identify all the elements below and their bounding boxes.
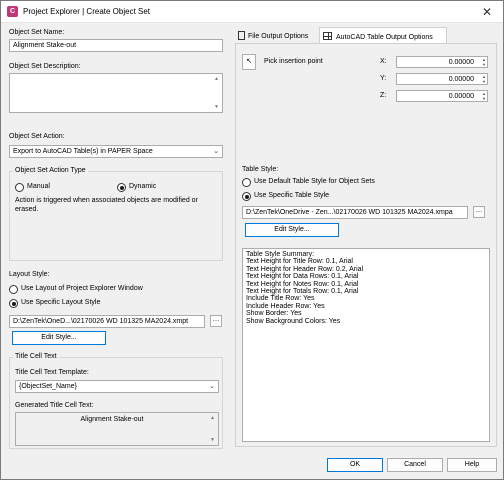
title-cell-template-dropdown[interactable]: {ObjectSet_Name} ⌄: [15, 380, 219, 393]
edit-layout-style-button[interactable]: Edit Style...: [12, 331, 106, 345]
spinner-arrows-icon[interactable]: ▲ ▼: [482, 57, 486, 67]
spinner-arrows-icon[interactable]: ▲ ▼: [482, 91, 486, 101]
z-label: Z:: [380, 92, 387, 99]
action-type-group-title: Object Set Action Type: [13, 167, 88, 174]
tab-label: AutoCAD Table Output Options: [336, 34, 433, 41]
object-set-action-dropdown[interactable]: Export to AutoCAD Table(s) in PAPER Spac…: [9, 145, 223, 158]
object-set-name-label: Object Set Name:: [9, 29, 65, 36]
table-icon: [323, 32, 332, 40]
object-set-description-label: Object Set Description:: [9, 63, 81, 70]
summary-line: Include Header Row: Yes: [246, 302, 325, 310]
table-style-default-label[interactable]: Use Default Table Style for Object Sets: [254, 178, 375, 185]
object-set-name-input[interactable]: Alignment Stake-out: [9, 39, 223, 52]
summary-line: Text Height for Data Rows: 0.1, Arial: [246, 273, 359, 281]
table-style-label: Table Style:: [242, 166, 279, 173]
table-style-specific-radio[interactable]: [242, 192, 251, 201]
layout-style-label: Layout Style:: [9, 271, 50, 278]
summary-line: Text Height for Totals Row: 0.1, Arial: [246, 288, 359, 296]
autocad-table-options-panel: ↖ Pick insertion point X: 0.00000 ▲ ▼ Y: …: [235, 43, 497, 447]
layout-specific-radio[interactable]: [9, 299, 18, 308]
object-set-action-label: Object Set Action:: [9, 133, 65, 140]
generated-title-box: Alignment Stake-out ▲ ▼: [15, 412, 219, 446]
ok-button[interactable]: OK: [327, 458, 383, 472]
x-coordinate-input[interactable]: 0.00000 ▲ ▼: [396, 56, 488, 68]
object-set-description-input[interactable]: ▲ ▼: [9, 73, 223, 113]
manual-radio[interactable]: [15, 183, 24, 192]
x-label: X:: [380, 58, 387, 65]
table-style-default-radio[interactable]: [242, 178, 251, 187]
chevron-down-icon: ⌄: [213, 148, 219, 155]
summary-line: Include Title Row: Yes: [246, 295, 315, 303]
dynamic-radio[interactable]: [117, 183, 126, 192]
title-cell-group-title: Title Cell Text: [13, 353, 59, 360]
summary-line: Show Background Colors: Yes: [246, 317, 341, 325]
action-type-note: Action is triggered when associated obje…: [15, 197, 198, 213]
table-style-summary: Table Style Summary: Text Height for Tit…: [242, 248, 490, 442]
dynamic-radio-label[interactable]: Dynamic: [129, 183, 156, 190]
table-style-specific-label[interactable]: Use Specific Table Style: [254, 192, 329, 199]
tab-file-output-options[interactable]: File Output Options: [235, 27, 317, 43]
window-title: Project Explorer | Create Object Set: [23, 7, 151, 16]
summary-line: Text Height for Title Row: 0.1, Arial: [246, 258, 353, 266]
dialog-window: C Project Explorer | Create Object Set ✕…: [0, 0, 504, 480]
edit-table-style-button[interactable]: Edit Style...: [245, 223, 339, 237]
summary-line: Show Border: Yes: [246, 310, 302, 318]
pick-point-button[interactable]: ↖: [242, 54, 256, 70]
z-coordinate-input[interactable]: 0.00000 ▲ ▼: [396, 90, 488, 102]
cancel-button[interactable]: Cancel: [387, 458, 443, 472]
tab-autocad-table-output-options[interactable]: AutoCAD Table Output Options: [319, 27, 447, 43]
help-button[interactable]: Help: [447, 458, 497, 472]
z-coordinate-value: 0.00000: [448, 93, 474, 100]
y-coordinate-value: 0.00000: [448, 76, 474, 83]
title-cell-template-label: Title Cell Text Template:: [15, 369, 89, 376]
document-icon: [238, 31, 245, 40]
generated-title-label: Generated Title Cell Text:: [15, 402, 94, 409]
table-style-path-field[interactable]: D:\ZenTek\OneDrive - Zen...\02170026 WD …: [242, 206, 468, 219]
scroll-up-icon[interactable]: ▲: [214, 76, 219, 82]
browse-layout-button[interactable]: …: [210, 315, 222, 327]
spinner-arrows-icon[interactable]: ▲ ▼: [482, 74, 486, 84]
scroll-down-icon[interactable]: ▼: [210, 437, 215, 443]
x-coordinate-value: 0.00000: [448, 59, 474, 66]
scroll-up-icon[interactable]: ▲: [210, 415, 215, 421]
y-label: Y:: [380, 75, 387, 82]
chevron-down-icon: ⌄: [209, 383, 215, 390]
object-set-action-value: Export to AutoCAD Table(s) in PAPER Spac…: [13, 148, 153, 155]
summary-line: Text Height for Notes Row: 0.1, Arial: [246, 280, 359, 288]
title-cell-template-value: {ObjectSet_Name}: [19, 383, 77, 390]
y-coordinate-input[interactable]: 0.00000 ▲ ▼: [396, 73, 488, 85]
generated-title-scrollbar[interactable]: ▲ ▼: [208, 413, 218, 445]
layout-style-path-field[interactable]: D:\ZenTek\OneD...\02170026 WD 101325 MA2…: [9, 315, 205, 328]
description-scrollbar[interactable]: ▲ ▼: [212, 74, 222, 112]
close-icon[interactable]: ✕: [479, 4, 495, 20]
browse-table-style-button[interactable]: …: [473, 206, 485, 218]
tab-label: File Output Options: [248, 33, 309, 40]
layout-default-radio-label[interactable]: Use Layout of Project Explorer Window: [21, 285, 143, 292]
layout-specific-radio-label[interactable]: Use Specific Layout Style: [21, 299, 100, 306]
summary-line: Table Style Summary:: [246, 251, 315, 258]
summary-line: Text Height for Header Row: 0.2, Arial: [246, 265, 364, 273]
scroll-down-icon[interactable]: ▼: [214, 104, 219, 110]
generated-title-value: Alignment Stake-out: [80, 416, 144, 423]
app-icon: C: [7, 6, 18, 17]
cursor-icon: ↖: [246, 58, 252, 65]
manual-radio-label[interactable]: Manual: [27, 183, 50, 190]
pick-insertion-point-label: Pick insertion point: [264, 58, 323, 65]
title-bar: C Project Explorer | Create Object Set ✕: [1, 1, 503, 23]
layout-default-radio[interactable]: [9, 285, 18, 294]
